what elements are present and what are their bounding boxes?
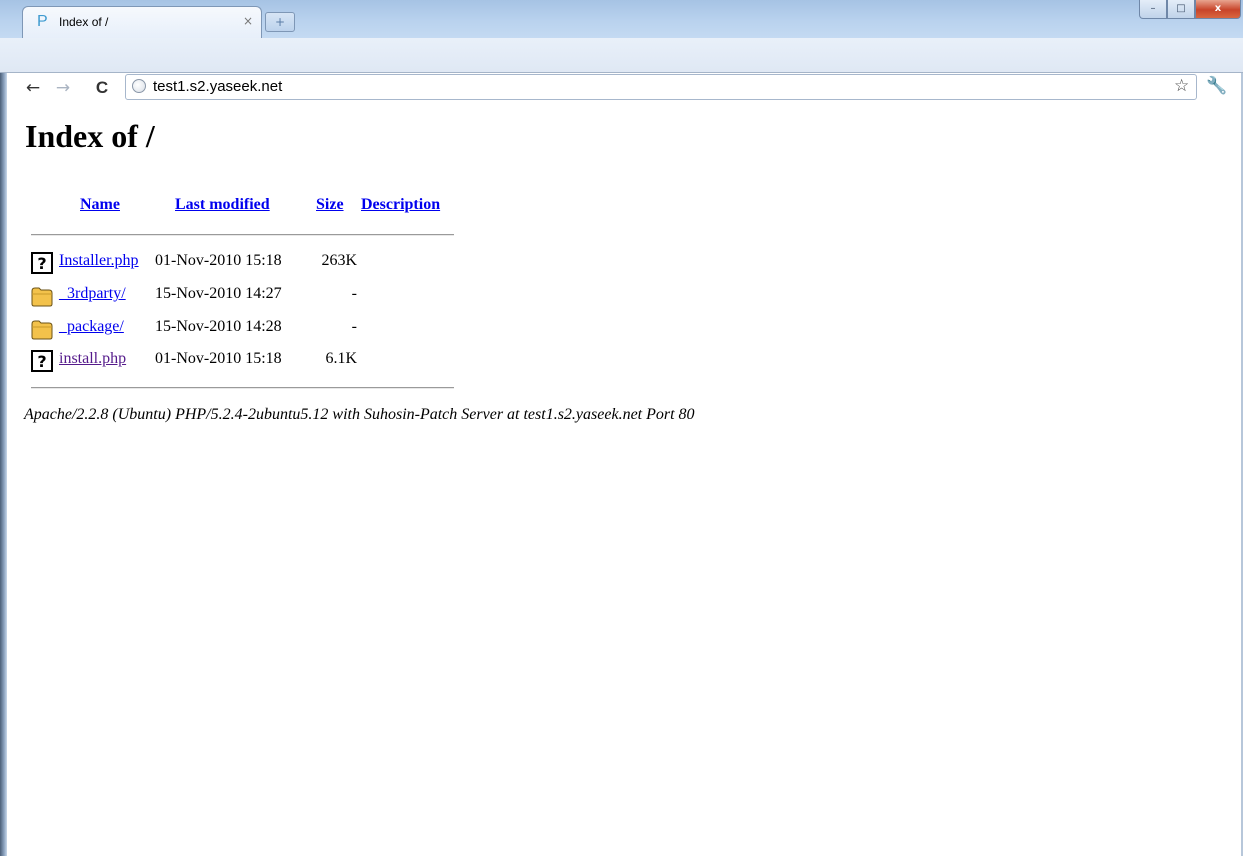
window-frame-left [0, 73, 7, 856]
new-tab-button[interactable]: + [265, 12, 295, 32]
modified-date: 15-Nov-2010 14:27 [155, 285, 282, 302]
forward-button[interactable]: → [52, 74, 74, 102]
unknown-file-icon: ? [31, 252, 53, 274]
folder-icon [31, 287, 53, 307]
toolbar [0, 38, 1243, 73]
table-row: ? install.php 01-Nov-2010 15:18 6.1K [31, 349, 471, 373]
sort-by-modified-link[interactable]: Last modified [175, 196, 270, 213]
column-header-description[interactable]: Description [361, 196, 440, 214]
table-row: ? Installer.php 01-Nov-2010 15:18 263K [31, 251, 471, 275]
globe-icon [132, 79, 146, 93]
server-signature: Apache/2.2.8 (Ubuntu) PHP/5.2.4-2ubuntu5… [24, 406, 695, 423]
folder-icon [31, 320, 53, 340]
wrench-icon[interactable]: 🔧 [1206, 76, 1227, 96]
column-header-size[interactable]: Size [316, 196, 344, 214]
header-divider [31, 234, 454, 236]
minimize-button[interactable]: – [1139, 0, 1167, 19]
tab-index[interactable]: P Index of / × [22, 6, 262, 38]
address-bar[interactable]: test1.s2.yaseek.net [125, 74, 1197, 100]
reload-button[interactable]: C [91, 74, 113, 102]
footer-divider [31, 387, 454, 389]
modified-date: 15-Nov-2010 14:28 [155, 318, 282, 335]
svg-text:?: ? [37, 254, 46, 273]
column-header-last-modified[interactable]: Last modified [175, 196, 270, 214]
tab-close-icon[interactable]: × [243, 14, 253, 28]
table-row: _3rdparty/ 15-Nov-2010 14:27 - [31, 284, 471, 308]
file-size: 6.1K [325, 350, 357, 367]
back-button[interactable]: ← [22, 74, 44, 102]
file-link[interactable]: Installer.php [59, 252, 139, 270]
url-text[interactable]: test1.s2.yaseek.net [153, 78, 282, 95]
tab-title: Index of / [59, 15, 109, 29]
file-size: - [351, 285, 357, 302]
page-title: Index of / [25, 118, 155, 154]
tab-favicon-icon: P [37, 13, 48, 30]
sort-by-size-link[interactable]: Size [316, 196, 344, 213]
file-size: 263K [321, 252, 357, 269]
table-row: _package/ 15-Nov-2010 14:28 - [31, 317, 471, 341]
sort-by-name-link[interactable]: Name [80, 196, 120, 213]
unknown-file-icon: ? [31, 350, 53, 372]
maximize-button[interactable]: □ [1167, 0, 1195, 19]
column-header-name[interactable]: Name [80, 196, 120, 214]
modified-date: 01-Nov-2010 15:18 [155, 252, 282, 269]
sort-by-description-link[interactable]: Description [361, 196, 440, 213]
folder-link[interactable]: _package/ [59, 318, 124, 336]
file-size: - [351, 318, 357, 335]
page-content: Index of / Name Last modified Size Descr… [7, 108, 1241, 856]
window-controls: – □ x [1139, 0, 1241, 20]
svg-text:?: ? [37, 352, 46, 371]
close-window-button[interactable]: x [1195, 0, 1241, 19]
folder-link[interactable]: _3rdparty/ [59, 285, 126, 303]
modified-date: 01-Nov-2010 15:18 [155, 350, 282, 367]
bookmark-star-icon[interactable]: ☆ [1174, 76, 1189, 96]
file-link[interactable]: install.php [59, 350, 126, 368]
